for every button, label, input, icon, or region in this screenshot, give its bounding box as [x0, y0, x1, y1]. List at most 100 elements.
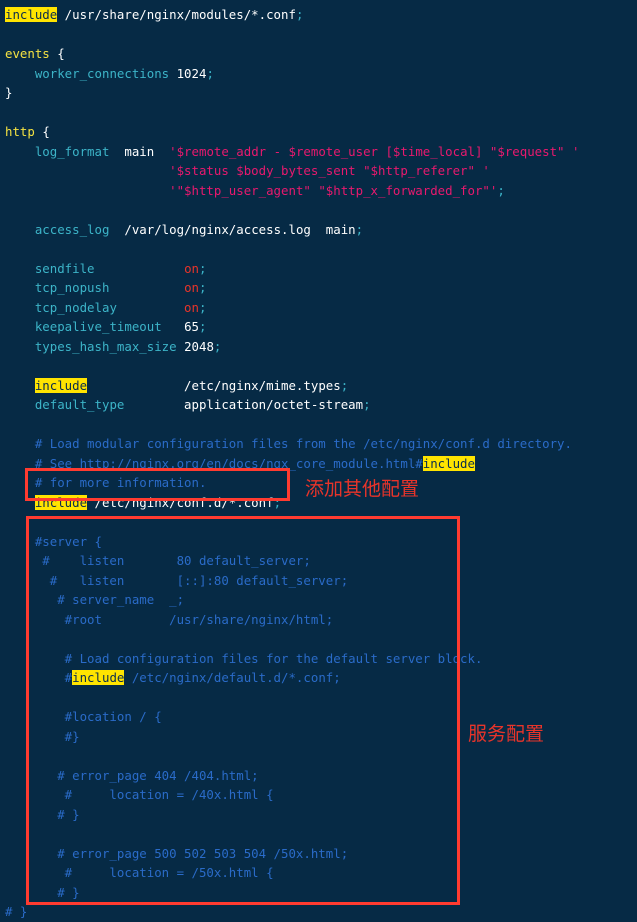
code-line: # } [0, 883, 637, 903]
code-token: tcp_nopush [34, 280, 110, 295]
code-token: ; [363, 397, 371, 412]
highlighted-token: include [5, 7, 58, 22]
code-token: events [5, 46, 50, 61]
code-token: { [42, 124, 50, 139]
code-token: # location = /50x.html { [5, 865, 274, 880]
code-token: #} [5, 728, 80, 744]
code-token: # listen 80 default_server; [5, 553, 311, 568]
code-line: events { [0, 44, 637, 64]
code-line: types_hash_max_size 2048; [0, 337, 637, 357]
code-token: # } [5, 904, 28, 919]
code-token: '$remote_addr - $remote_user [$time_loca… [169, 143, 580, 159]
annotation-label-add-other-config: 添加其他配置 [305, 478, 420, 500]
code-line: tcp_nodelay on; [0, 298, 637, 318]
code-token: ; [295, 7, 304, 22]
code-token: default_type [34, 397, 125, 412]
highlighted-token: include [34, 377, 88, 393]
code-token: ; [273, 494, 282, 510]
code-line: sendfile on; [0, 259, 637, 279]
code-line: # server_name _; [0, 590, 637, 610]
code-line: worker_connections 1024; [0, 64, 637, 84]
code-line: # error_page 500 502 503 504 /50x.html; [0, 844, 637, 864]
code-token: ; [497, 182, 505, 198]
code-token: # } [5, 884, 80, 900]
code-token: # See http://nginx.org/en/docs/ngx_core_… [5, 455, 423, 471]
code-token: /etc/nginx/mime.types [87, 377, 341, 393]
config-file-content[interactable]: include /usr/share/nginx/modules/*.conf;… [0, 0, 637, 922]
code-line: #root /usr/share/nginx/html; [0, 610, 637, 630]
code-token: log_format [34, 143, 110, 159]
code-line: # See http://nginx.org/en/docs/ngx_core_… [0, 454, 637, 474]
code-token: 1024 [176, 65, 207, 81]
code-line: # Load configuration files for the defau… [0, 649, 637, 669]
code-token: tcp_nodelay [34, 299, 117, 315]
code-line: keepalive_timeout 65; [0, 317, 637, 337]
code-line: include /etc/nginx/mime.types; [0, 376, 637, 396]
code-line: #include /etc/nginx/default.d/*.conf; [0, 668, 637, 688]
code-line: # } [0, 902, 637, 922]
code-token: 2048 [184, 338, 214, 354]
code-token: #location / { [5, 709, 162, 724]
code-token: ; [213, 338, 222, 354]
code-token: on [184, 299, 199, 315]
code-token: #root /usr/share/nginx/html; [5, 611, 334, 627]
highlighted-token: include [34, 494, 88, 510]
code-token: { [57, 46, 65, 61]
code-line: tcp_nopush on; [0, 278, 637, 298]
code-line: default_type application/octet-stream; [0, 395, 637, 415]
code-token: /usr/share/nginx/modules/*.conf [57, 7, 296, 22]
code-token: # server_name _; [5, 592, 185, 607]
code-token: # location = /40x.html { [5, 787, 274, 802]
code-token: ; [340, 377, 349, 393]
code-line: # } [0, 805, 637, 825]
code-token: /etc/nginx/conf.d/*.conf [87, 494, 274, 510]
code-token: on [184, 280, 199, 295]
code-token: http [5, 124, 35, 139]
code-token: #server { [5, 533, 102, 549]
annotation-label-service-config: 服务配置 [468, 723, 545, 745]
code-line: '"$http_user_agent" "$http_x_forwarded_f… [0, 181, 637, 201]
code-token: # } [5, 806, 80, 822]
code-line: access_log /var/log/nginx/access.log mai… [0, 220, 637, 240]
code-token: # [5, 670, 73, 685]
code-line: # listen 80 default_server; [0, 551, 637, 571]
code-line: # location = /40x.html { [0, 785, 637, 805]
code-token: # Load modular configuration files from … [5, 436, 572, 451]
code-line: # error_page 404 /404.html; [0, 766, 637, 786]
code-token: # Load configuration files for the defau… [5, 650, 483, 666]
code-token: main [124, 143, 155, 159]
code-token: access_log [34, 221, 110, 237]
code-line: # listen [::]:80 default_server; [0, 571, 637, 591]
code-token: types_hash_max_size [34, 338, 177, 354]
code-token: ; [198, 260, 207, 276]
code-token: ; [198, 299, 207, 315]
code-editor-screen: include /usr/share/nginx/modules/*.conf;… [0, 0, 637, 922]
code-line: } [0, 83, 637, 103]
code-token: worker_connections [34, 65, 170, 81]
highlighted-token: include [72, 670, 125, 685]
code-line: # Load modular configuration files from … [0, 434, 637, 454]
